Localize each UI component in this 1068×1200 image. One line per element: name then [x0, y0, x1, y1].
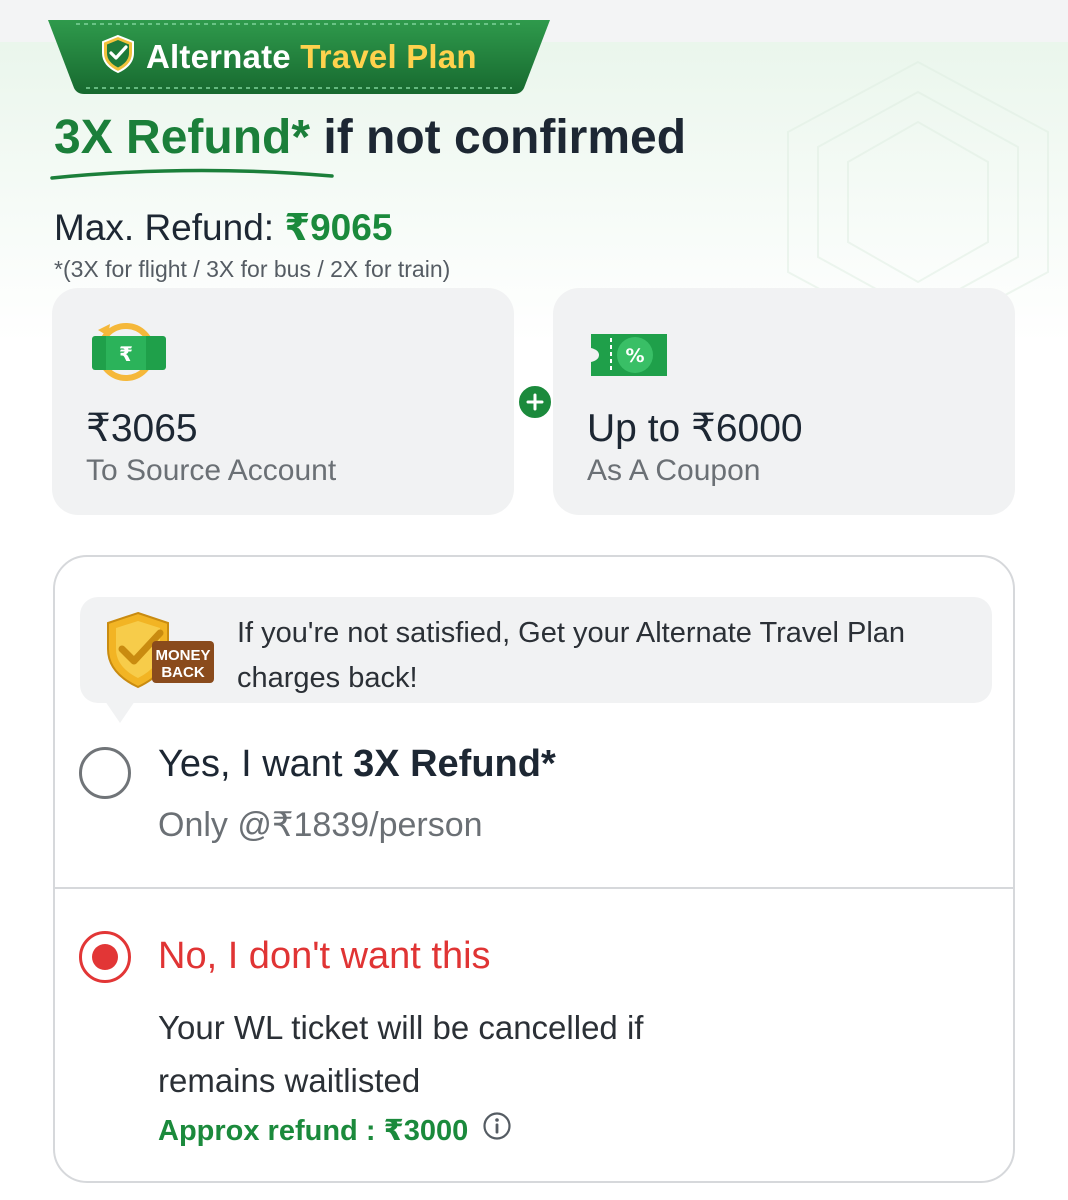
banner-title: Alternate Travel Plan	[146, 37, 477, 75]
radio-selected-dot	[92, 944, 118, 970]
info-icon[interactable]	[482, 1111, 512, 1149]
money-back-badge-line1: MONEY	[155, 647, 210, 664]
yes-option-price: Only @₹1839/person	[158, 806, 483, 844]
coupon-ticket-icon: %	[589, 320, 671, 389]
money-back-badge-icon: MONEY BACK	[102, 611, 216, 694]
money-back-info: MONEY BACK If you're not satisfied, Get …	[80, 597, 992, 703]
money-back-text: If you're not satisfied, Get your Altern…	[237, 617, 906, 694]
coupon-amount: Up to ₹6000	[587, 407, 803, 450]
headline-highlight: 3X Refund*	[54, 111, 311, 164]
money-back-tail	[105, 701, 135, 723]
yes-option-title[interactable]: Yes, I want 3X Refund*	[158, 743, 556, 786]
source-account-amount: ₹3065	[86, 407, 198, 450]
headline-rest: if not confirmed	[323, 111, 687, 164]
approx-refund-label: Approx refund :	[158, 1114, 376, 1147]
refund-options-card: MONEY BACK If you're not satisfied, Get …	[53, 555, 1015, 1183]
max-refund: Max. Refund: ₹9065	[54, 206, 392, 249]
coupon-card: % Up to ₹6000 As A Coupon	[553, 288, 1015, 515]
source-account-card: ₹ ₹3065 To Source Account	[52, 288, 514, 515]
max-refund-label: Max. Refund:	[54, 207, 275, 248]
source-account-label: To Source Account	[86, 454, 337, 487]
coupon-label: As A Coupon	[587, 454, 761, 487]
shield-check-icon	[100, 34, 136, 79]
svg-text:%: %	[625, 345, 644, 367]
options-divider	[55, 887, 1013, 889]
max-refund-amount: ₹9065	[284, 207, 393, 248]
money-back-badge-line2: BACK	[161, 664, 204, 681]
refund-multiplier-note: *(3X for flight / 3X for bus / 2X for tr…	[54, 256, 451, 282]
no-option-title[interactable]: No, I don't want this	[158, 935, 491, 978]
alternate-travel-plan-banner: Alternate Travel Plan	[46, 18, 552, 96]
yes-option-prefix: Yes, I want	[158, 743, 343, 785]
approx-refund: Approx refund : ₹3000	[158, 1111, 512, 1149]
plus-icon	[516, 383, 554, 421]
yes-radio-button[interactable]	[79, 747, 131, 799]
no-radio-button[interactable]	[79, 931, 131, 983]
headline: 3X Refund* if not confirmed	[54, 110, 686, 165]
rupee-refund-icon: ₹	[88, 320, 170, 389]
no-option-description: Your WL ticket will be cancelled if rema…	[158, 1009, 644, 1099]
headline-underline	[50, 168, 334, 180]
yes-option-bold: 3X Refund*	[353, 743, 556, 785]
svg-text:₹: ₹	[119, 342, 133, 366]
approx-refund-amount: ₹3000	[383, 1114, 469, 1147]
